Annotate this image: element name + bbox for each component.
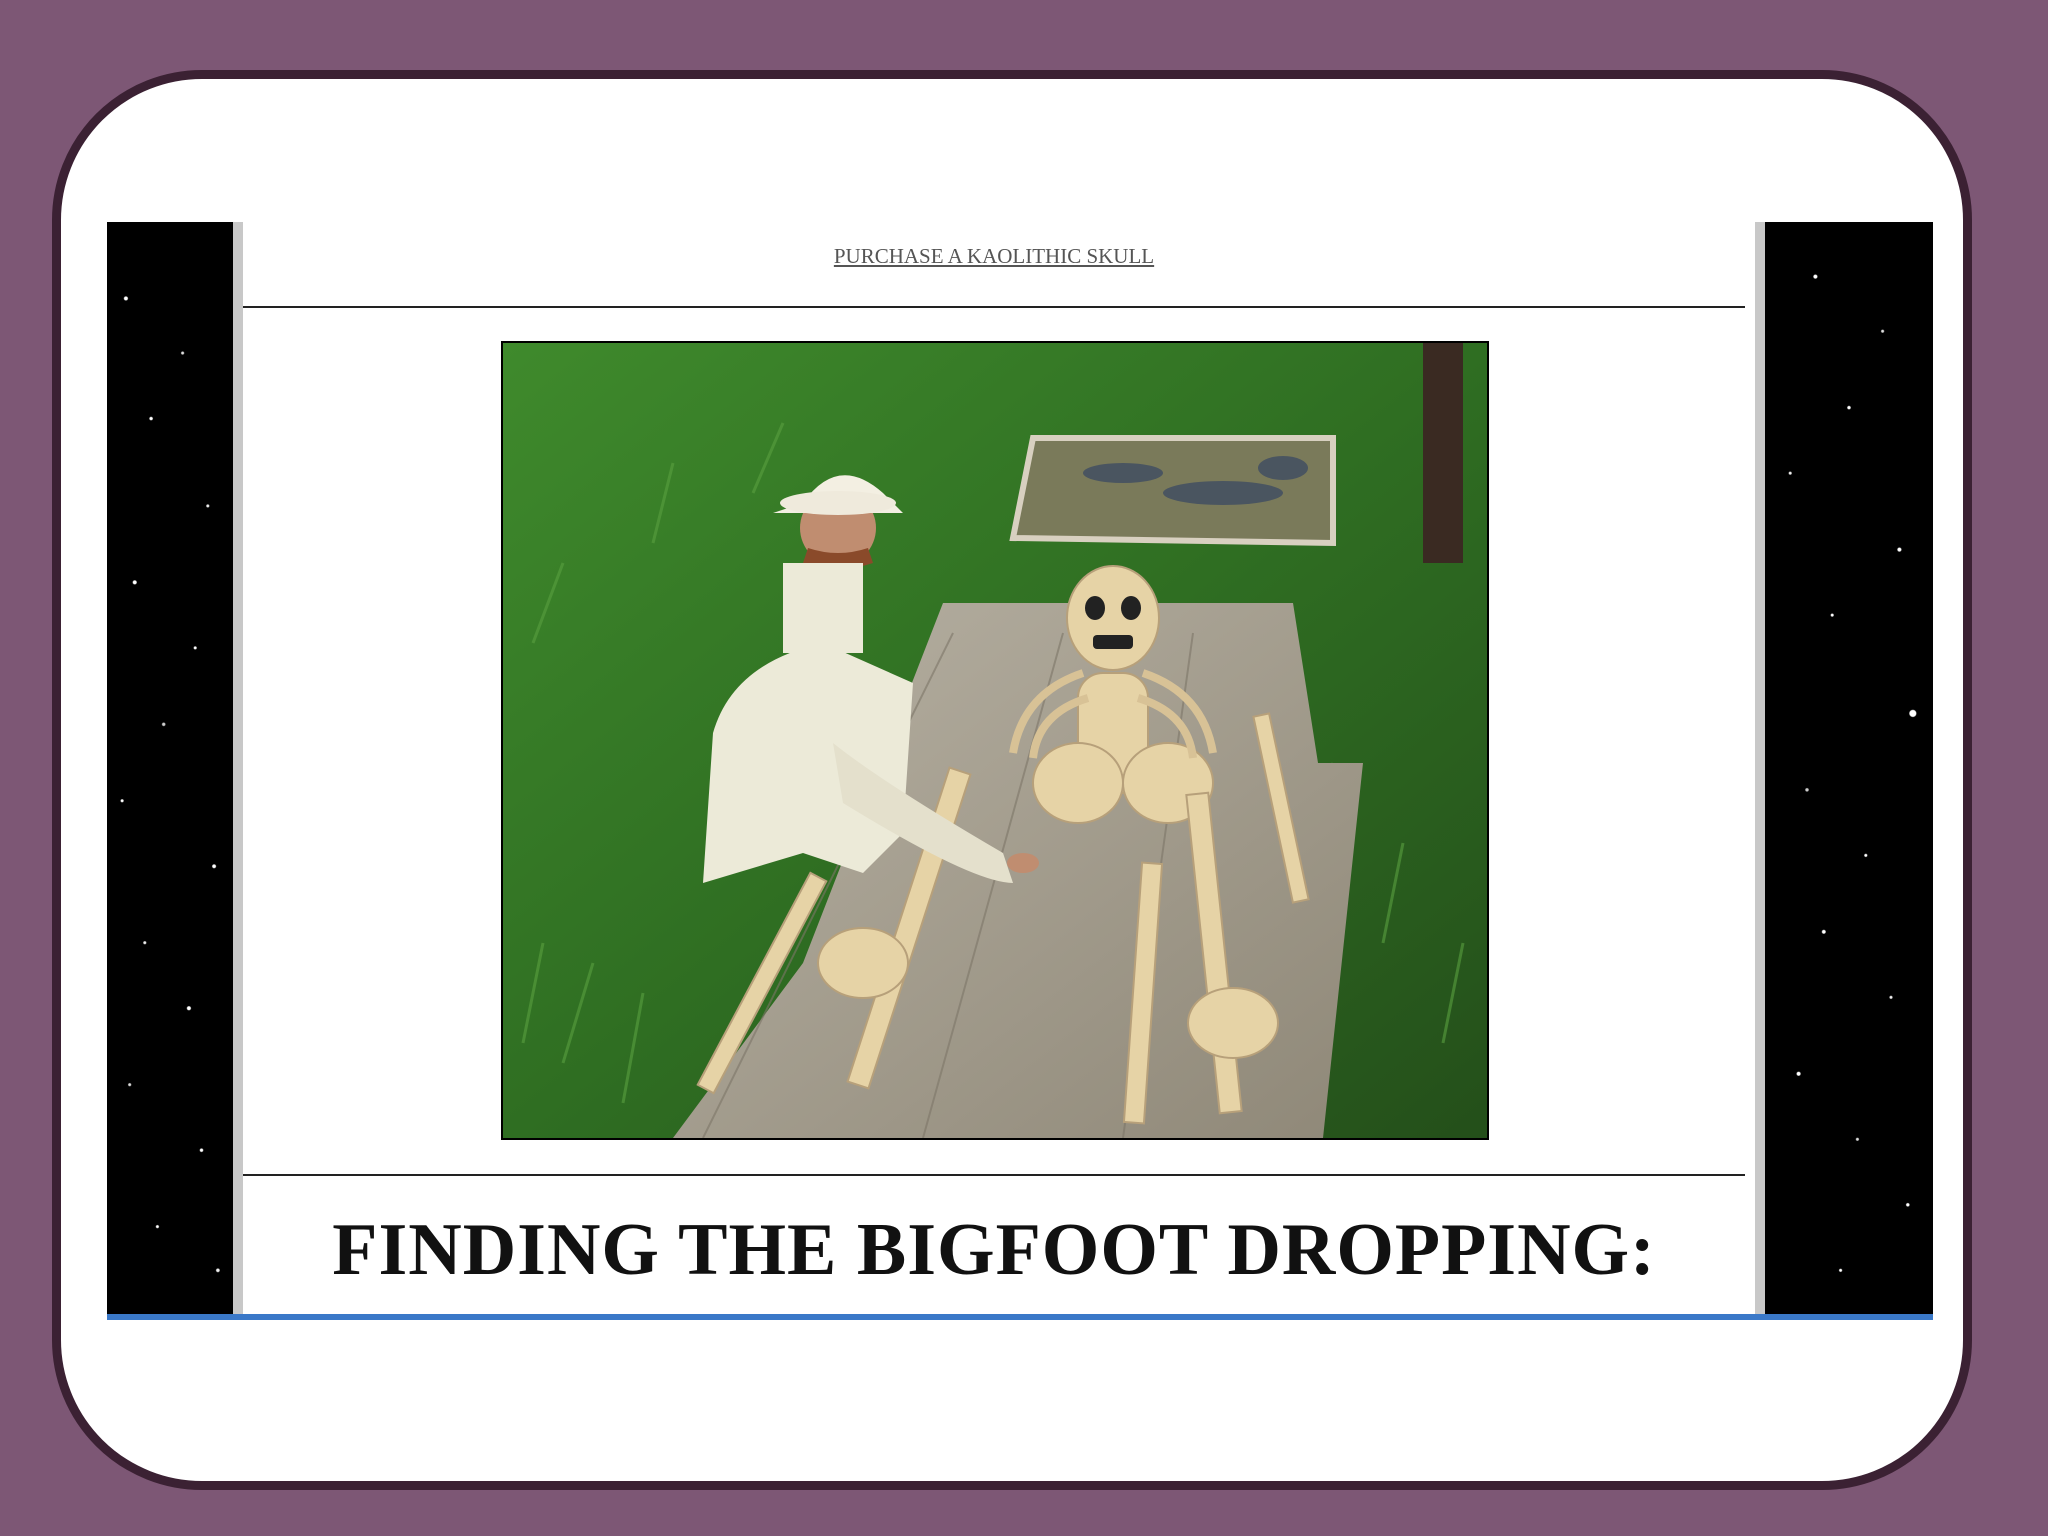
divider-top — [243, 306, 1745, 308]
skeleton-photo — [501, 341, 1489, 1140]
webpage-screenshot: PURCHASE A KAOLITHIC SKULL FINDING THE B… — [107, 222, 1933, 1320]
purchase-skull-link[interactable]: PURCHASE A KAOLITHIC SKULL — [243, 244, 1745, 269]
accent-bottom-line — [107, 1314, 1933, 1320]
divider-bottom — [243, 1174, 1745, 1176]
page-heading: FINDING THE BIGFOOT DROPPING: — [332, 1209, 1656, 1291]
starfield-left-border — [107, 222, 243, 1314]
starfield-right-border — [1755, 222, 1933, 1314]
page-content: PURCHASE A KAOLITHIC SKULL FINDING THE B… — [243, 222, 1745, 1314]
